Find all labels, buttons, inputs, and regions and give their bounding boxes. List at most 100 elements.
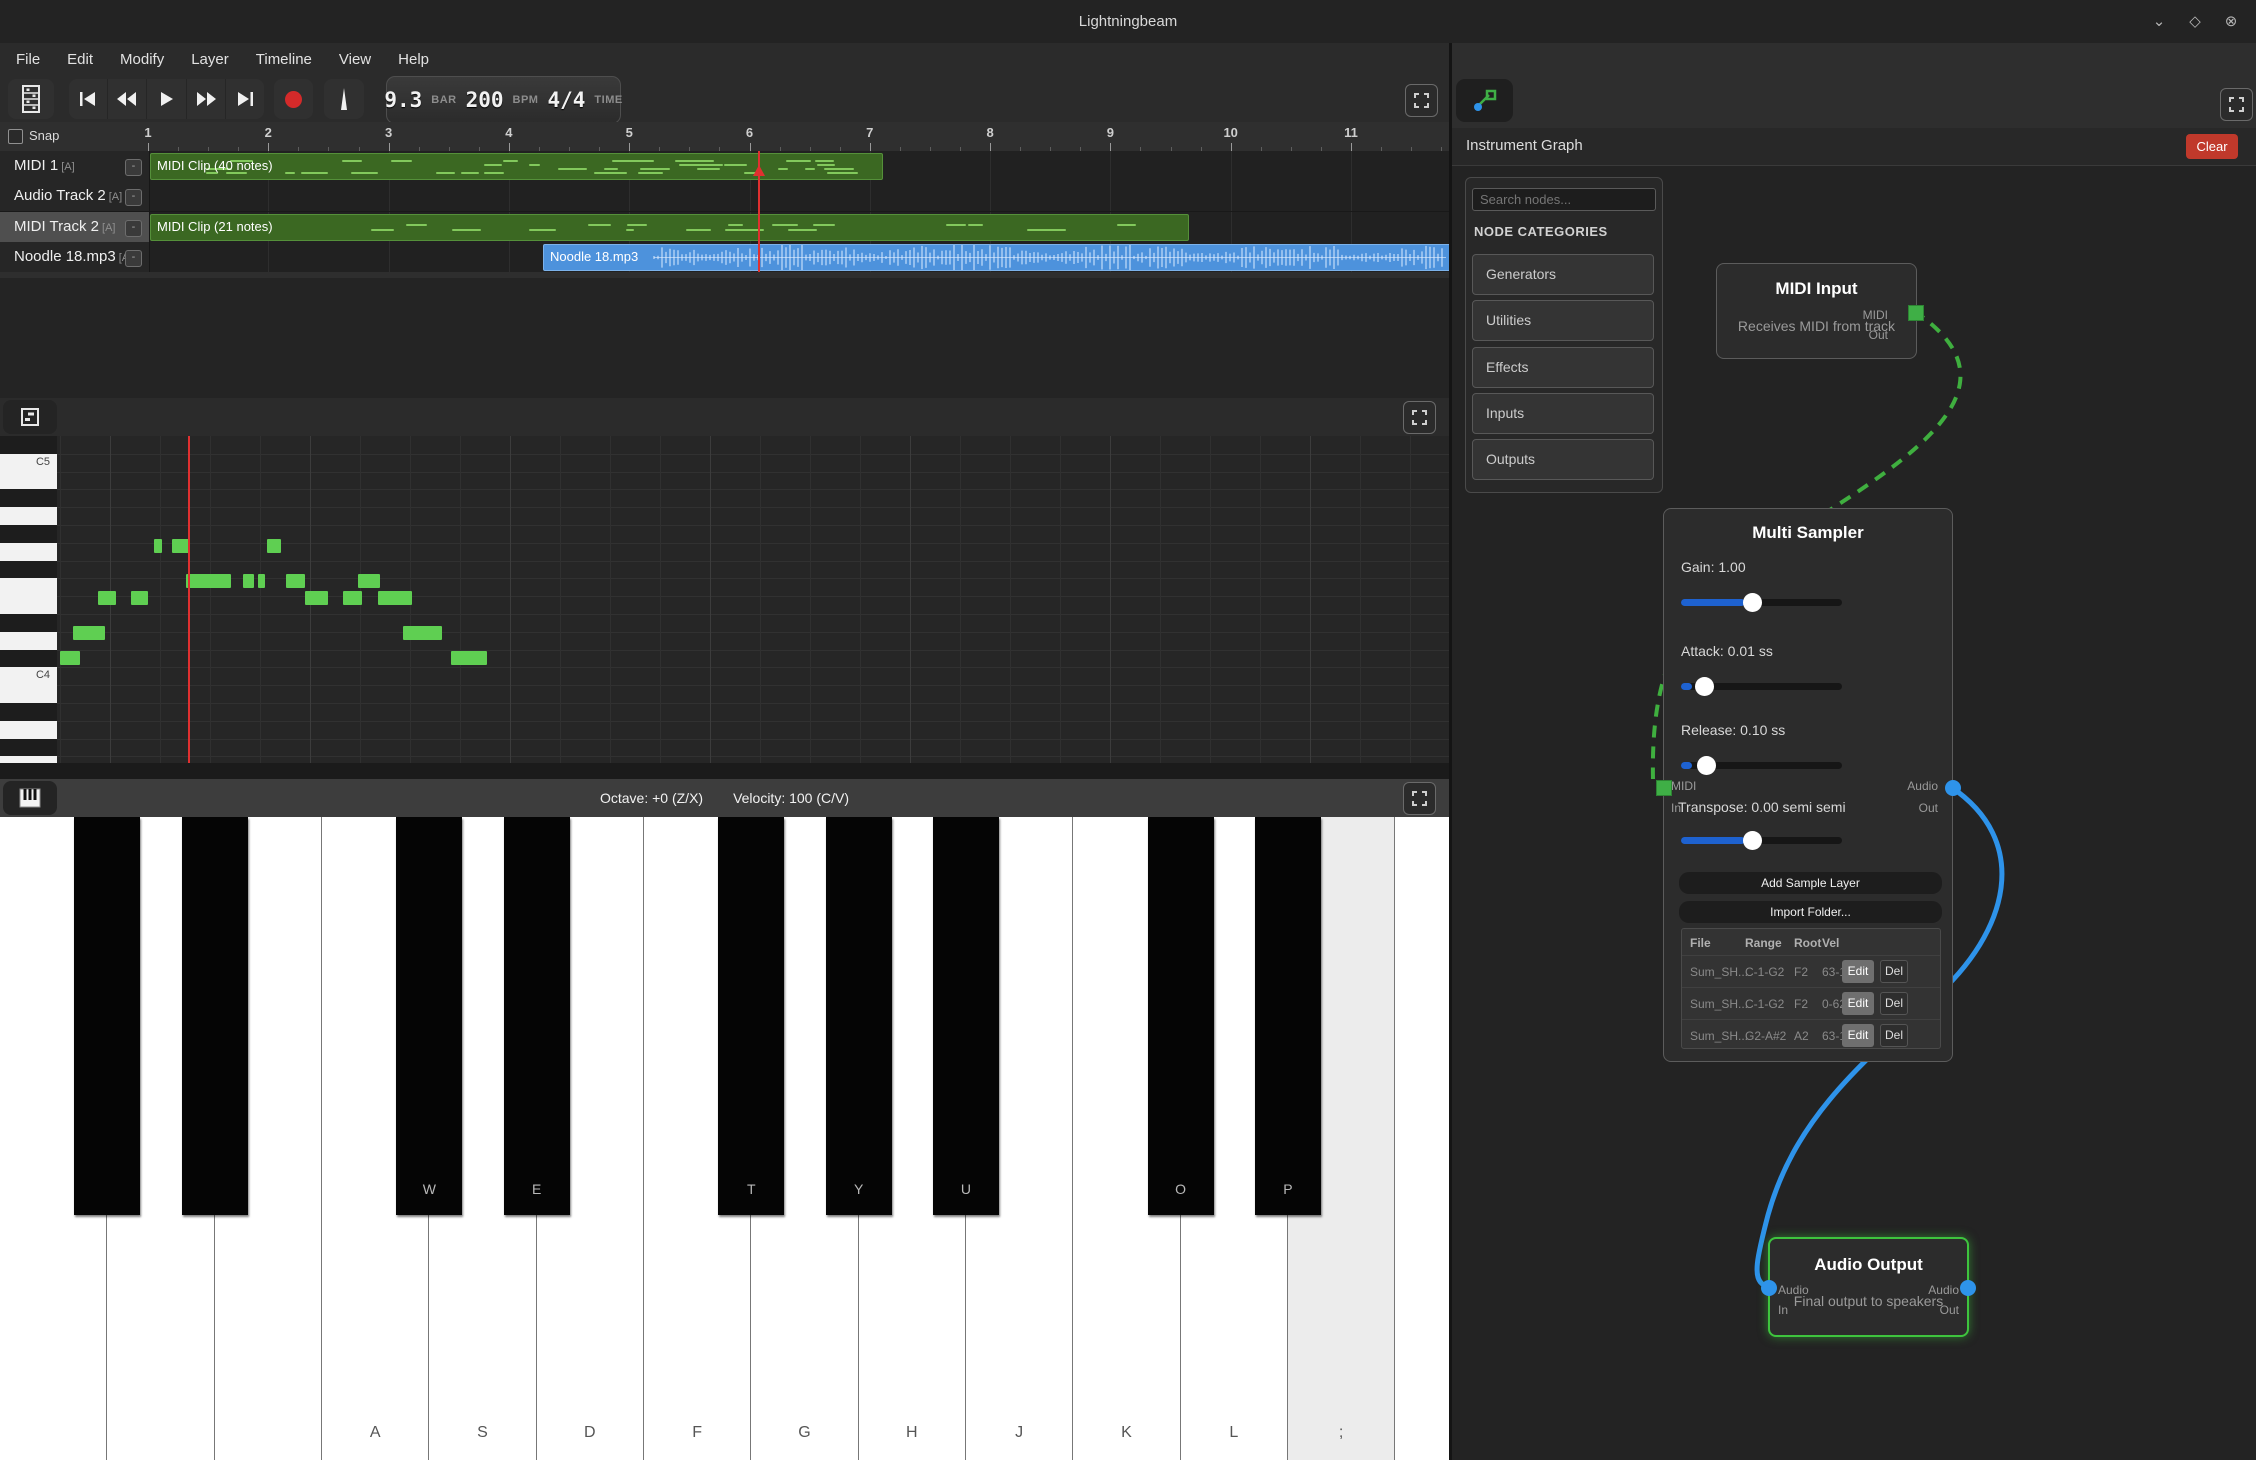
midi-note[interactable]	[267, 539, 281, 553]
track-row[interactable]: MIDI Clip (21 notes)MIDI Track 2[A]-	[0, 212, 1449, 243]
slider-thumb[interactable]	[1697, 756, 1716, 775]
white-key[interactable]	[1395, 817, 1449, 1460]
edit-button[interactable]: Edit	[1842, 1024, 1874, 1047]
track-scroll-strip[interactable]	[0, 272, 1449, 278]
roll-key-c5[interactable]: C5	[0, 454, 57, 473]
slider-thumb[interactable]	[1695, 677, 1714, 696]
slider-thumb[interactable]	[1743, 831, 1762, 850]
track-header-midi-1[interactable]: MIDI 1[A]-	[0, 151, 150, 181]
minimize-button[interactable]: ⌄	[2148, 12, 2170, 32]
skip-back-button[interactable]	[69, 79, 108, 119]
slider-track[interactable]	[1681, 683, 1842, 690]
roll-key-gs3[interactable]	[0, 739, 57, 758]
play-button[interactable]	[147, 79, 186, 119]
maximize-button[interactable]: ◇	[2184, 12, 2206, 32]
audio-out-port[interactable]	[1960, 1280, 1976, 1296]
black-key-u[interactable]: U	[933, 817, 999, 1215]
delete-button[interactable]: Del	[1880, 1024, 1908, 1047]
midi-note[interactable]	[60, 651, 80, 665]
midi-note[interactable]	[403, 626, 442, 640]
keyboard-fullscreen-button[interactable]	[1403, 782, 1436, 815]
slider-thumb[interactable]	[1743, 593, 1762, 612]
track-mini-button[interactable]: -	[125, 189, 142, 206]
track-mini-button[interactable]: -	[125, 220, 142, 237]
category-button-utilities[interactable]: Utilities	[1472, 300, 1654, 341]
timeline-fullscreen-button[interactable]	[1405, 84, 1438, 117]
track-mini-button[interactable]: -	[125, 159, 142, 176]
clip-midi[interactable]: MIDI Clip (40 notes)	[150, 153, 883, 180]
roll-key-as3[interactable]	[0, 703, 57, 722]
track-header-midi-track-2[interactable]: MIDI Track 2[A]-	[0, 212, 150, 242]
menu-item-layer[interactable]: Layer	[191, 51, 229, 68]
midi-note[interactable]	[243, 574, 254, 588]
clip-audio[interactable]: Noodle 18.mp3	[543, 244, 1449, 271]
delete-button[interactable]: Del	[1880, 960, 1908, 983]
fast-forward-button[interactable]	[187, 79, 226, 119]
track-lane[interactable]: MIDI Clip (40 notes)	[149, 151, 1449, 181]
midi-note[interactable]	[378, 591, 412, 605]
roll-key-fs4[interactable]	[0, 561, 57, 580]
roll-key-as4[interactable]	[0, 489, 57, 508]
category-button-outputs[interactable]: Outputs	[1472, 439, 1654, 480]
menu-item-modify[interactable]: Modify	[120, 51, 164, 68]
clip-midi[interactable]: MIDI Clip (21 notes)	[150, 214, 1189, 241]
track-row[interactable]: Audio Track 2[A]-	[0, 181, 1449, 212]
timeline-ruler[interactable]: Snap 1234567891011	[0, 122, 1449, 152]
menu-item-edit[interactable]: Edit	[67, 51, 93, 68]
rewind-button[interactable]	[108, 79, 147, 119]
track-row[interactable]: MIDI Clip (40 notes)MIDI 1[A]-	[0, 151, 1449, 182]
black-key-w[interactable]: W	[396, 817, 462, 1215]
midi-out-port[interactable]	[1908, 305, 1924, 321]
midi-note[interactable]	[286, 574, 305, 588]
slider-track[interactable]	[1681, 762, 1842, 769]
category-button-generators[interactable]: Generators	[1472, 254, 1654, 295]
roll-key-e4[interactable]	[0, 596, 57, 615]
roll-key-cs4[interactable]	[0, 650, 57, 669]
graph-fullscreen-button[interactable]	[2220, 88, 2253, 121]
track-header-audio-track-2[interactable]: Audio Track 2[A]-	[0, 181, 150, 211]
keyboard-tool-button[interactable]	[3, 781, 57, 815]
metronome-button[interactable]	[324, 79, 364, 119]
menu-item-file[interactable]: File	[16, 51, 40, 68]
track-lane[interactable]	[149, 181, 1449, 211]
piano-roll[interactable]: C5C4	[0, 436, 1449, 763]
audio-output-node[interactable]: Audio Output Final output to speakers Au…	[1768, 1237, 1969, 1337]
midi-note[interactable]	[172, 539, 189, 553]
roll-key-g3[interactable]	[0, 756, 57, 763]
roll-key-d4[interactable]	[0, 632, 57, 651]
clear-graph-button[interactable]: Clear	[2186, 134, 2238, 159]
skip-forward-button[interactable]	[226, 79, 264, 119]
track-header-noodle-18-mp3[interactable]: Noodle 18.mp3[A]-	[0, 242, 150, 272]
midi-note[interactable]	[258, 574, 265, 588]
black-key-y[interactable]: Y	[826, 817, 892, 1215]
roll-key-a4[interactable]	[0, 507, 57, 526]
piano-roll-tool-button[interactable]	[3, 400, 57, 434]
film-strip-button[interactable]	[8, 79, 54, 119]
black-key-p[interactable]: P	[1255, 817, 1321, 1215]
midi-note[interactable]	[305, 591, 328, 605]
midi-note[interactable]	[98, 591, 116, 605]
close-button[interactable]: ⊗	[2220, 12, 2242, 32]
slider-track[interactable]	[1681, 837, 1842, 844]
black-key[interactable]	[74, 817, 140, 1215]
midi-note[interactable]	[186, 574, 231, 588]
menu-item-view[interactable]: View	[339, 51, 371, 68]
node-graph-button[interactable]	[1456, 79, 1513, 122]
category-button-effects[interactable]: Effects	[1472, 347, 1654, 388]
black-key-o[interactable]: O	[1148, 817, 1214, 1215]
piano-roll-grid[interactable]	[57, 436, 1449, 763]
audio-out-port[interactable]	[1945, 780, 1961, 796]
roll-key-gs4[interactable]	[0, 525, 57, 544]
node-graph-canvas[interactable]: NODE CATEGORIES GeneratorsUtilitiesEffec…	[1452, 165, 2256, 1460]
track-row[interactable]: Noodle 18.mp3 Noodle 18.mp3[A]-	[0, 242, 1449, 273]
black-key[interactable]	[182, 817, 248, 1215]
roll-key-a3[interactable]	[0, 721, 57, 740]
edit-button[interactable]: Edit	[1842, 960, 1874, 983]
midi-note[interactable]	[131, 591, 148, 605]
black-key-t[interactable]: T	[718, 817, 784, 1215]
sampler-button-import-folder[interactable]: Import Folder...	[1679, 901, 1942, 923]
piano-roll-fullscreen-button[interactable]	[1403, 401, 1436, 434]
track-lane[interactable]: Noodle 18.mp3	[149, 242, 1449, 272]
slider-track[interactable]	[1681, 599, 1842, 606]
midi-note[interactable]	[154, 539, 162, 553]
